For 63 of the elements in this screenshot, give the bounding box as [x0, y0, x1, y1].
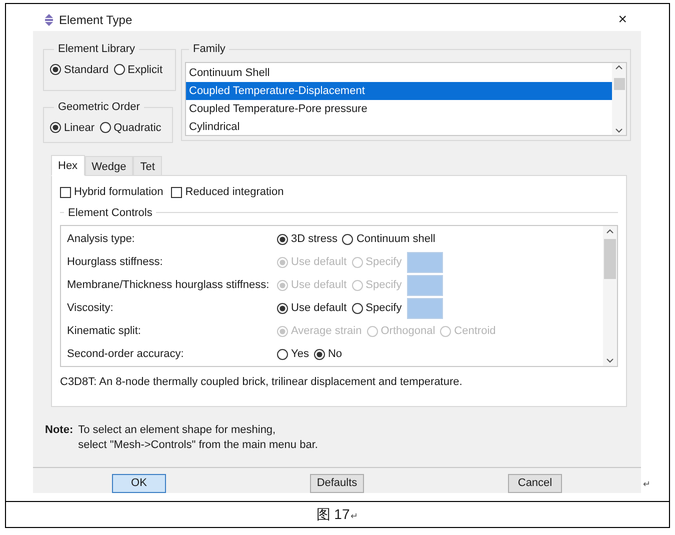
family-list-item[interactable]: Cylindrical — [186, 118, 612, 136]
checkbox-icon[interactable] — [60, 186, 71, 198]
radio-label[interactable]: Standard — [64, 62, 109, 78]
checkbox-label[interactable]: Reduced integration — [185, 184, 284, 200]
group-title: Family — [192, 42, 226, 57]
radio-icon[interactable] — [100, 122, 111, 134]
note-text: To select an element shape for meshing, — [78, 423, 277, 438]
checkbox-label[interactable]: Hybrid formulation — [74, 184, 164, 200]
radio-selected-icon[interactable] — [277, 234, 288, 245]
tab[interactable]: Tet — [133, 156, 162, 176]
radio-icon[interactable] — [352, 303, 363, 314]
group-title: Element Controls — [67, 206, 154, 220]
dialog-button[interactable]: Cancel — [508, 474, 562, 493]
scrollbar[interactable] — [603, 226, 617, 366]
control-label: Membrane/Thickness hourglass stiffness: — [67, 278, 270, 294]
radio-label[interactable]: Yes — [291, 346, 309, 363]
dialog-title: Element Type — [59, 12, 132, 28]
note-text: select "Mesh->Controls" from the main menu bar. — [78, 438, 318, 453]
scroll-up-icon[interactable] — [606, 229, 614, 234]
radio-label[interactable]: Continuum shell — [356, 231, 436, 248]
control-label: Hourglass stiffness: — [67, 255, 164, 270]
paragraph-mark: ↵ — [643, 478, 651, 491]
radio-label[interactable]: Quadratic — [114, 120, 162, 136]
figure-caption: 图 17 — [316, 505, 350, 524]
close-button[interactable]: × — [618, 12, 627, 27]
radio-selected-icon[interactable] — [314, 349, 325, 360]
dialog-button[interactable]: Defaults — [310, 474, 364, 493]
radio-selected-icon[interactable] — [277, 303, 288, 314]
family-list-item[interactable]: Coupled Temperature-Pore pressure — [186, 100, 612, 118]
scroll-up-icon[interactable] — [615, 64, 623, 70]
dialog-button[interactable]: OK — [112, 474, 166, 493]
control-label: Analysis type: — [67, 232, 136, 248]
radio-icon[interactable] — [114, 64, 125, 76]
radio-label[interactable]: No — [328, 346, 342, 363]
paragraph-mark: ↵ — [350, 510, 359, 523]
element-description: C3D8T: An 8-node thermally coupled brick, trilinear displacement and temperature. — [60, 375, 464, 390]
scroll-down-icon[interactable] — [606, 358, 614, 363]
tab[interactable]: Hex — [51, 155, 85, 176]
family-list-item[interactable]: Continuum Shell — [186, 64, 612, 82]
scroll-down-icon[interactable] — [615, 128, 623, 132]
group-title: Element Library — [57, 42, 136, 57]
radio-selected-icon[interactable] — [50, 122, 61, 134]
group-title: Geometric Order — [57, 100, 141, 115]
control-label: Kinematic split: — [67, 324, 142, 340]
radio-label[interactable]: Linear — [64, 120, 95, 136]
family-list-item[interactable]: Coupled Temperature-Displacement — [186, 82, 612, 100]
value-field[interactable] — [406, 298, 443, 319]
radio-label[interactable]: Explicit — [128, 62, 162, 78]
radio-selected-icon[interactable] — [50, 64, 61, 76]
dialog-logo-icon — [43, 14, 55, 26]
radio-label[interactable]: 3D stress — [291, 231, 338, 248]
scrollbar-thumb[interactable] — [604, 239, 616, 279]
control-label: Viscosity: — [67, 301, 114, 316]
scrollbar[interactable] — [612, 62, 626, 134]
tab[interactable]: Wedge — [84, 156, 134, 176]
radio-icon[interactable] — [277, 349, 288, 360]
control-label: Second-order accuracy: — [67, 347, 185, 362]
radio-label[interactable]: Use default — [291, 300, 347, 317]
scrollbar-thumb[interactable] — [614, 78, 624, 90]
checkbox-icon[interactable] — [171, 186, 182, 198]
note-label: Note: — [45, 423, 74, 438]
radio-icon[interactable] — [342, 234, 354, 245]
radio-label[interactable]: Specify — [366, 300, 402, 317]
